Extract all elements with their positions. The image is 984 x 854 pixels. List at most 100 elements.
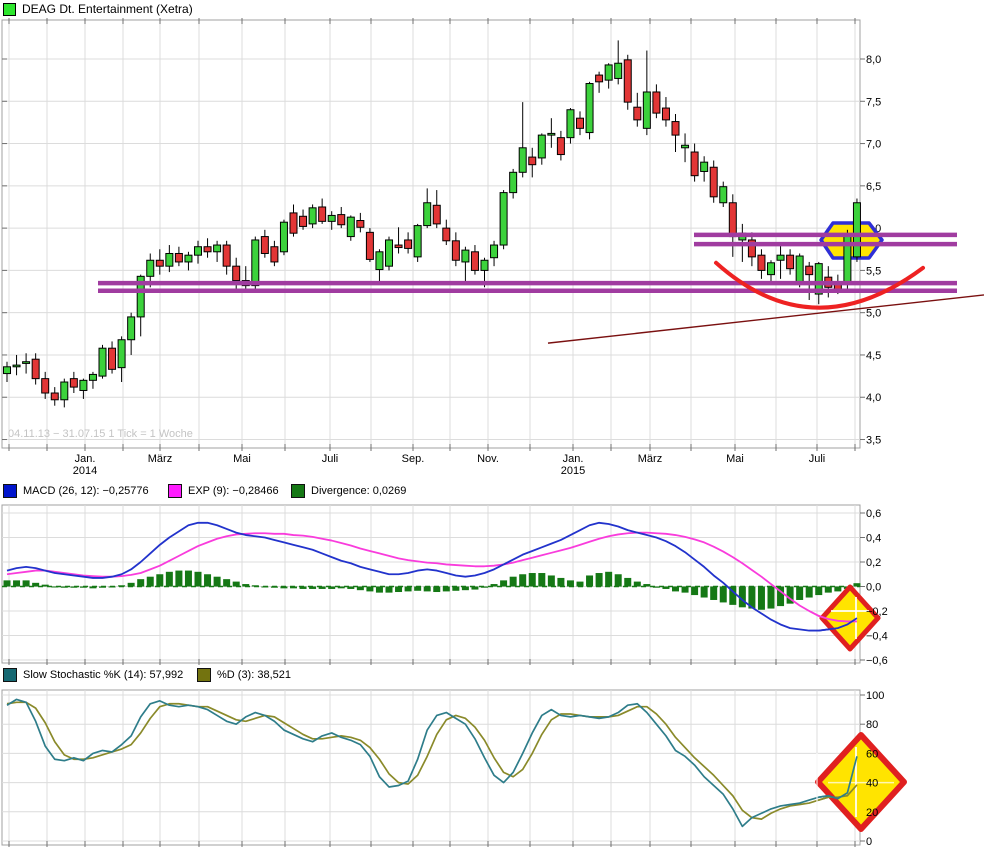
histogram-bar (462, 587, 469, 591)
stochastic-legend: Slow Stochastic %K (14): 57,992%D (3): 3… (0, 667, 984, 685)
histogram-bar (214, 577, 221, 587)
candle-body (787, 255, 794, 269)
candle-body (309, 208, 316, 224)
candle-body (596, 75, 603, 82)
x-axis-label: März (148, 453, 172, 465)
candle-body (500, 193, 507, 245)
histogram-bar (519, 574, 526, 586)
candle-body (691, 152, 698, 176)
candle-body (233, 266, 240, 280)
histogram-bar (720, 587, 727, 603)
candle-body (338, 215, 345, 225)
histogram-bar (510, 577, 517, 587)
candle-body (99, 348, 106, 376)
y-axis-label: 0,6 (866, 508, 881, 520)
candle-body (758, 255, 765, 270)
histogram-bar (290, 587, 297, 589)
histogram-bar (481, 587, 488, 588)
candle-body (624, 60, 631, 102)
histogram-bar (147, 577, 154, 587)
series-color-square (3, 3, 16, 16)
histogram-bar (204, 574, 211, 586)
candle-body (223, 245, 230, 266)
candle-body (548, 133, 555, 135)
candle-body (491, 245, 498, 258)
candle-body (720, 187, 727, 203)
y-axis-label: −0,6 (866, 655, 888, 667)
candle-body (768, 263, 775, 275)
histogram-bar (662, 587, 669, 589)
histogram-bar (252, 585, 259, 586)
candle-body (424, 203, 431, 226)
y-axis-label: 5,0 (866, 308, 881, 320)
histogram-bar (23, 580, 30, 586)
plot-border (2, 690, 860, 845)
y-axis-label: 0,4 (866, 533, 881, 545)
candle-body (634, 107, 641, 120)
histogram-bar (701, 587, 708, 598)
candle-body (386, 240, 393, 266)
legend-color-swatch (197, 668, 211, 682)
trendline-annotation (548, 295, 984, 343)
histogram-bar (529, 573, 536, 586)
y-axis-label: 0,2 (866, 557, 881, 569)
histogram-bar (691, 587, 698, 596)
histogram-bar (185, 571, 192, 587)
histogram-bar (796, 587, 803, 600)
legend-item: %D (3): 38,521 (197, 668, 291, 682)
histogram-bar (825, 587, 832, 593)
histogram-bar (386, 587, 393, 593)
histogram-bar (195, 572, 202, 587)
histogram-bar (99, 587, 106, 588)
x-axis-label: Jan. (75, 453, 96, 465)
hexagon-annotation (821, 223, 882, 258)
candle-body (300, 216, 307, 226)
candle-body (51, 393, 58, 400)
candle-body (844, 234, 851, 283)
histogram-bar (366, 587, 373, 592)
histogram-bar (42, 585, 49, 587)
percent-k-line (7, 699, 857, 826)
histogram-bar (70, 587, 77, 588)
candle-body (729, 203, 736, 237)
y-axis-label: 80 (866, 719, 878, 731)
y-axis-label: 0 (866, 836, 872, 848)
candle-body (443, 228, 450, 241)
histogram-bar (471, 587, 478, 590)
histogram-bar (443, 587, 450, 592)
histogram-bar (682, 587, 689, 593)
candle-body (366, 232, 373, 259)
histogram-bar (137, 579, 144, 586)
candle-body (662, 108, 669, 120)
histogram-bar (414, 587, 421, 591)
candle-body (23, 362, 30, 364)
x-axis-label: Jan. (563, 453, 584, 465)
y-axis-label: −0,4 (866, 631, 888, 643)
histogram-bar (357, 587, 364, 591)
x-axis-label: Juli (322, 453, 339, 465)
candle-body (195, 247, 202, 255)
candle-body (414, 226, 421, 257)
stochastic-panel: 100806040200 (0, 688, 984, 854)
x-axis-label: Sep. (402, 453, 425, 465)
y-axis-label: 6,5 (866, 181, 881, 193)
histogram-bar (710, 587, 717, 600)
legend-label: EXP (9): −0,28466 (188, 485, 279, 497)
histogram-bar (242, 584, 249, 586)
y-axis-label: 40 (866, 778, 878, 790)
histogram-bar (328, 587, 335, 589)
candle-body (710, 167, 717, 197)
histogram-bar (491, 584, 498, 586)
histogram-bar (643, 584, 650, 586)
candle-body (481, 260, 488, 270)
macd-panel: 0,60,40,20,0−0,2−0,4−0,6 (0, 502, 984, 670)
candle-body (32, 359, 39, 378)
x-axis-label: März (638, 453, 662, 465)
candle-body (4, 367, 11, 374)
candle-body (682, 145, 689, 148)
histogram-bar (309, 587, 316, 589)
y-axis-label: 100 (866, 690, 884, 702)
chart-header: DEAG Dt. Entertainment (Xetra) (0, 0, 193, 17)
legend-label: MACD (26, 12): −0,25776 (23, 485, 149, 497)
candle-body (70, 379, 77, 387)
